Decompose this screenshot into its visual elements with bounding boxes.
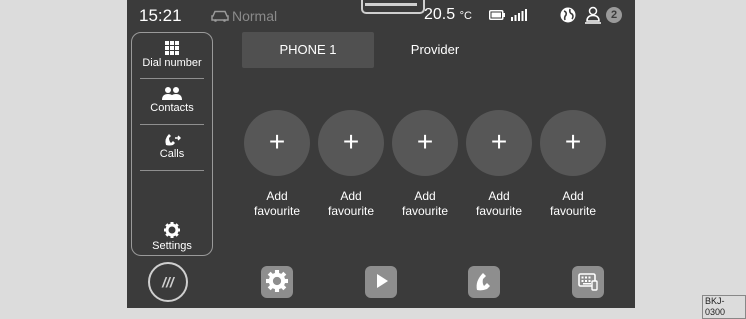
add-favourite-button[interactable]: + — [392, 110, 458, 176]
divider — [140, 170, 204, 171]
favourite-label: Add favourite — [475, 189, 523, 218]
tab-phone-1[interactable]: PHONE 1 — [242, 32, 374, 68]
plus-icon: + — [416, 126, 434, 157]
sidebar-item-label: Dial number — [142, 57, 202, 69]
favourite-slot-3[interactable]: + Add favourite — [390, 110, 460, 219]
phone-icon — [476, 273, 490, 291]
phone-dock-button[interactable] — [468, 266, 500, 298]
media-dock-button[interactable] — [365, 266, 397, 298]
favourite-slot-4[interactable]: + Add favourite — [464, 110, 534, 219]
add-favourite-button[interactable]: + — [540, 110, 606, 176]
favourite-label: Add favourite — [401, 189, 449, 218]
sidebar-item-settings[interactable]: Settings — [132, 222, 212, 252]
battery-icon — [489, 10, 505, 20]
pull-down-handle-bar — [365, 3, 417, 6]
smartlink-dock-button[interactable] — [572, 266, 604, 298]
sidebar-item-contacts[interactable]: Contacts — [132, 86, 212, 114]
play-icon — [377, 274, 388, 288]
temperature-unit: °C — [459, 10, 472, 22]
user-profile-icon — [585, 6, 601, 24]
add-favourite-button[interactable]: + — [318, 110, 384, 176]
divider — [140, 124, 204, 125]
plus-icon: + — [268, 126, 286, 157]
favourite-slot-5[interactable]: + Add favourite — [538, 110, 608, 219]
add-favourite-button[interactable]: + — [466, 110, 532, 176]
sidebar-item-label: Contacts — [150, 102, 194, 114]
plus-icon: + — [564, 126, 582, 157]
tab-provider[interactable]: Provider — [389, 32, 481, 68]
globe-icon — [560, 7, 576, 23]
favourite-label: Add favourite — [253, 189, 301, 218]
phone-calls-icon — [165, 134, 181, 146]
gear-icon — [164, 222, 180, 238]
sidebar-item-label: Calls — [159, 148, 185, 160]
infotainment-screen: 15:21 Normal 20.5 °C 2 Dial number Conta… — [127, 0, 635, 308]
temperature-value: 20.5 — [424, 6, 456, 23]
contacts-icon — [162, 87, 182, 100]
car-icon — [211, 10, 229, 22]
divider — [140, 78, 204, 79]
favourite-slot-2[interactable]: + Add favourite — [316, 110, 386, 219]
favourite-label: Add favourite — [549, 189, 597, 218]
plus-icon: + — [342, 126, 360, 157]
sidebar-item-calls[interactable]: Calls — [132, 132, 212, 160]
keypad-icon — [165, 41, 179, 55]
keyboard-icon — [578, 273, 598, 291]
phone-side-menu: Dial number Contacts Calls Settings — [131, 32, 213, 256]
main-menu-button[interactable]: /// — [148, 262, 188, 302]
favourite-slot-1[interactable]: + Add favourite — [242, 110, 312, 219]
notification-badge[interactable]: 2 — [606, 7, 622, 23]
signal-strength-icon — [511, 9, 527, 21]
favourite-label: Add favourite — [327, 189, 375, 218]
clock-time: 15:21 — [139, 6, 182, 25]
figure-code: BKJ-0300 — [702, 295, 746, 319]
sidebar-item-dial-number[interactable]: Dial number — [132, 41, 212, 69]
drive-mode: Normal — [232, 8, 278, 24]
outside-temperature: 20.5 °C — [424, 6, 472, 24]
plus-icon: + — [490, 126, 508, 157]
sidebar-item-label: Settings — [152, 240, 192, 252]
settings-dock-button[interactable] — [261, 266, 293, 298]
add-favourite-button[interactable]: + — [244, 110, 310, 176]
gear-icon — [266, 270, 288, 292]
